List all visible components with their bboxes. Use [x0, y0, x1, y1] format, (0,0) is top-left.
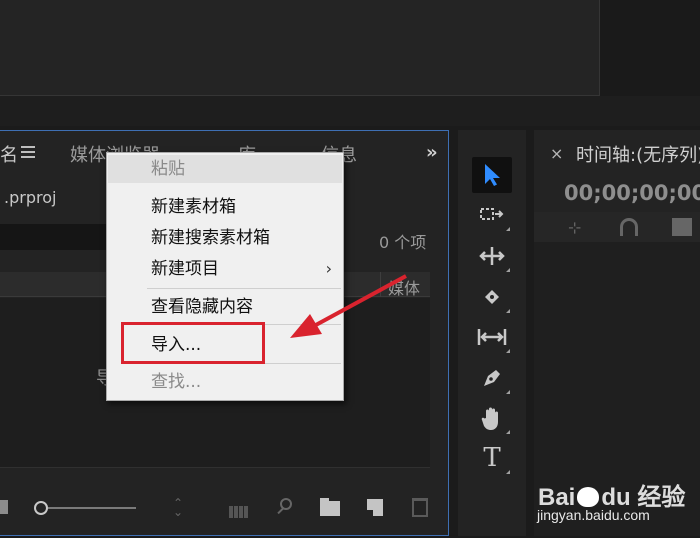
annotation-arrow [290, 274, 407, 338]
new-item-icon[interactable] [367, 499, 383, 516]
find-icon[interactable] [276, 498, 294, 518]
new-bin-icon[interactable] [320, 498, 340, 516]
tab-project[interactable]: 名 [0, 141, 18, 167]
panel-divider [0, 96, 700, 126]
tab-timeline[interactable]: 时间轴:(无序列) [576, 141, 700, 167]
item-count: 0 个项 [379, 233, 427, 252]
snap-icon[interactable]: ⊹ [568, 218, 588, 237]
ripple-edit-tool-icon[interactable] [472, 238, 512, 274]
slip-tool-icon[interactable] [472, 319, 512, 355]
close-icon[interactable]: × [550, 144, 563, 163]
timecode-display[interactable]: 00;00;00;00 [564, 181, 700, 205]
sort-icon[interactable]: ⌃ ⌄ [170, 497, 186, 519]
list-view-icon[interactable] [0, 500, 8, 514]
hand-tool-icon[interactable] [472, 400, 512, 436]
menu-item-new-bin[interactable]: 新建素材箱 [108, 193, 342, 221]
linked-selection-icon[interactable] [620, 218, 638, 236]
panel-menu-icon[interactable] [21, 146, 35, 160]
project-file-name: .prproj [4, 188, 57, 207]
menu-item-paste[interactable]: 粘贴 [108, 155, 342, 183]
watermark-url: jingyan.baidu.com [537, 507, 650, 523]
type-tool-glyph: T [483, 443, 501, 473]
razor-tool-icon[interactable] [472, 279, 512, 315]
annotation-highlight-box [121, 322, 265, 364]
source-monitor-panel [0, 0, 600, 96]
selection-tool-icon[interactable] [472, 157, 512, 193]
automate-to-sequence-icon[interactable] [229, 503, 251, 518]
type-tool-icon[interactable]: T [472, 440, 512, 476]
pen-tool-icon[interactable] [472, 360, 512, 396]
search-input[interactable] [0, 224, 108, 250]
menu-item-new-item-label: 新建项目 [151, 259, 219, 279]
track-select-tool-icon[interactable] [472, 197, 512, 233]
paw-icon [577, 487, 600, 507]
more-panels-icon[interactable]: » [426, 142, 438, 163]
trash-icon[interactable] [412, 498, 428, 517]
add-marker-icon[interactable] [672, 218, 692, 236]
menu-item-new-search-bin[interactable]: 新建搜索素材箱 [108, 224, 342, 252]
menu-item-find[interactable]: 查找... [108, 368, 342, 396]
zoom-slider[interactable] [34, 500, 138, 516]
